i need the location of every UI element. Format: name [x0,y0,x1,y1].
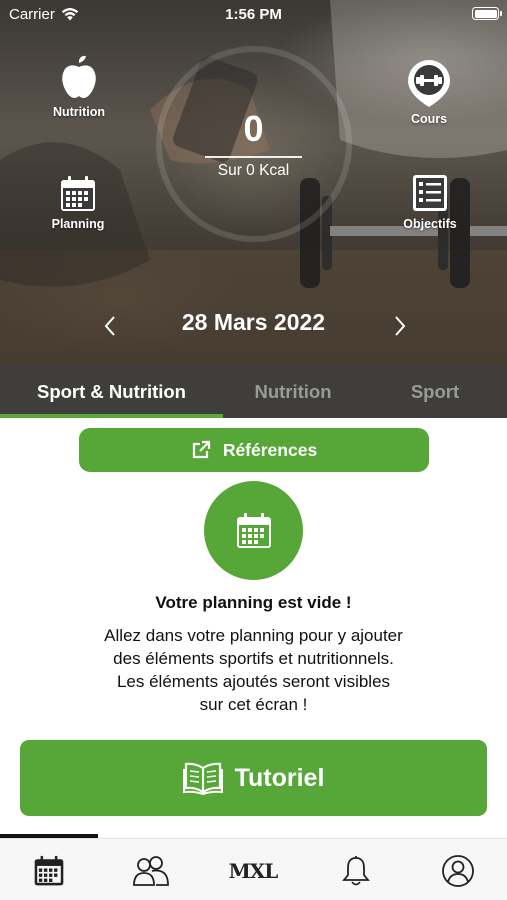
content-tabs: Sport & Nutrition Nutrition Sport [0,365,507,418]
chevron-right-icon [395,316,406,336]
tab-sport[interactable]: Sport [363,365,507,418]
mxl-logo: MXL [228,859,279,883]
courses-shortcut-label: Cours [410,112,448,126]
tab-sport-nutrition[interactable]: Sport & Nutrition [0,365,223,418]
references-button-label: Références [222,439,318,460]
objectives-shortcut[interactable]: Objectifs [400,173,460,231]
calorie-divider [205,156,302,158]
status-time: 1:56 PM [225,6,282,23]
checklist-icon [413,175,447,211]
profile-icon [442,855,474,887]
community-icon [133,856,169,886]
empty-planning-badge [204,481,303,580]
tutorial-button-label: Tutoriel [234,763,325,792]
nutrition-shortcut-label: Nutrition [52,105,106,119]
planning-shortcut[interactable]: Planning [47,175,109,231]
nav-planning[interactable] [27,853,71,889]
current-date: 28 Mars 2022 [181,309,326,335]
bell-icon [342,856,370,886]
calendar-icon [34,855,64,886]
nav-community[interactable] [130,853,174,889]
battery-icon [472,7,502,20]
courses-shortcut[interactable]: Cours [402,58,456,126]
nav-notifications[interactable] [334,853,378,889]
tab-nutrition[interactable]: Nutrition [223,365,363,418]
external-link-icon [192,440,210,459]
open-book-icon [182,762,223,795]
apple-icon [62,55,96,98]
calendar-icon [236,512,271,548]
date-selector: 28 Mars 2022 [0,305,507,345]
nav-profile[interactable] [436,853,480,889]
objectives-shortcut-label: Objectifs [403,217,457,231]
status-bar: Carrier 1:56 PM [0,0,507,30]
planning-shortcut-label: Planning [51,217,105,231]
calendar-icon [61,176,95,211]
dumbbell-pin-icon [408,60,450,107]
empty-planning-title: Votre planning est vide ! [155,593,352,612]
nav-home-logo[interactable]: MXL [228,853,279,889]
references-button[interactable]: Références [79,428,429,472]
tutorial-button[interactable]: Tutoriel [20,740,487,816]
bottom-navigation: MXL [0,838,507,900]
nutrition-shortcut[interactable]: Nutrition [48,55,110,119]
hero-header: Carrier 1:56 PM 0 Sur 0 Kcal Nutrition C… [0,0,507,365]
empty-planning-description: Allez dans votre planning pour y ajouter… [104,626,403,714]
next-day-button[interactable] [390,315,410,337]
